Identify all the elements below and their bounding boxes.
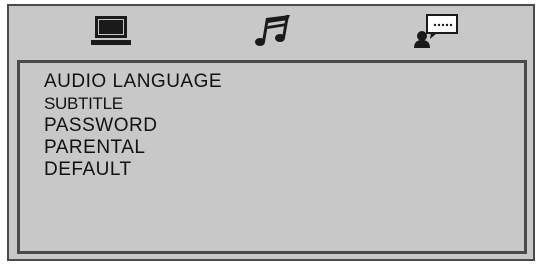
tab-system[interactable] bbox=[81, 12, 141, 50]
menu-list: AUDIO LANGUAGE SUBTITLE PASSWORD PARENTA… bbox=[44, 71, 222, 181]
user-chat-icon bbox=[414, 14, 458, 48]
menu-item-parental[interactable]: PARENTAL bbox=[44, 137, 222, 159]
menu-item-audio-language[interactable]: AUDIO LANGUAGE bbox=[44, 71, 222, 93]
menu-item-password[interactable]: PASSWORD bbox=[44, 115, 222, 137]
music-note-icon bbox=[255, 15, 290, 46]
monitor-icon bbox=[91, 16, 131, 45]
setup-menu-screen: AUDIO LANGUAGE SUBTITLE PASSWORD PARENTA… bbox=[7, 4, 535, 261]
menu-panel: AUDIO LANGUAGE SUBTITLE PASSWORD PARENTA… bbox=[17, 60, 527, 254]
menu-item-subtitle[interactable]: SUBTITLE bbox=[44, 93, 222, 115]
menu-item-default[interactable]: DEFAULT bbox=[44, 159, 222, 181]
tab-bar bbox=[9, 6, 533, 56]
tab-preference[interactable] bbox=[407, 12, 467, 50]
tab-audio[interactable] bbox=[243, 12, 303, 50]
